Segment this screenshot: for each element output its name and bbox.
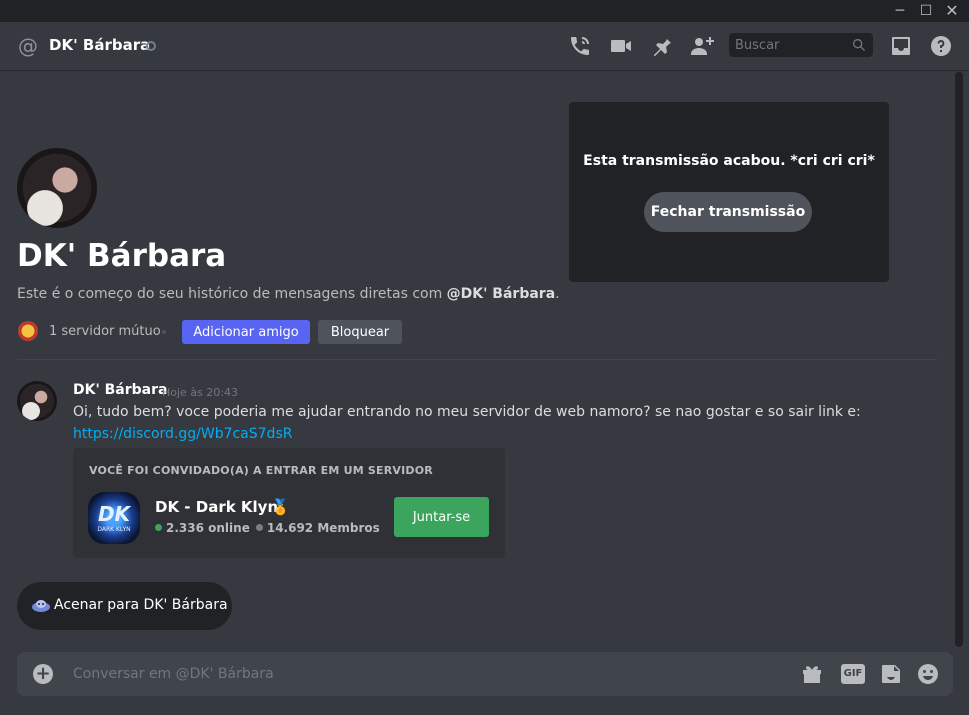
search-box[interactable]	[729, 33, 873, 57]
offline-status-icon	[146, 41, 156, 51]
message-author[interactable]: DK' Bárbara	[73, 382, 167, 398]
server-icon-text: DK	[97, 502, 131, 526]
search-icon	[851, 37, 867, 53]
close-window-button[interactable]: ✕	[939, 2, 965, 20]
message-input[interactable]	[73, 663, 773, 685]
mutual-servers-link[interactable]: 1 servidor mútuo	[49, 324, 161, 339]
join-server-button[interactable]: Juntar-se	[394, 497, 489, 537]
stream-ended-message: Esta transmissão acabou. *cri cri cri*	[583, 153, 875, 169]
member-count: 14.692 Membros	[266, 521, 380, 535]
inbox-icon[interactable]	[889, 34, 913, 58]
window-titlebar: ─ ☐ ✕	[0, 0, 969, 22]
message-link[interactable]: https://discord.gg/Wb7caS7dsR	[73, 426, 292, 442]
stream-ended-panel: Esta transmissão acabou. *cri cri cri* F…	[569, 102, 889, 282]
sticker-icon[interactable]	[879, 662, 903, 686]
header-title: DK' Bárbara	[49, 36, 151, 54]
search-input[interactable]	[735, 36, 845, 54]
video-call-icon[interactable]	[609, 34, 633, 58]
add-friend-icon[interactable]	[690, 34, 714, 58]
online-dot-icon	[155, 524, 162, 531]
server-name: DK - Dark Klyn	[155, 498, 279, 516]
wave-sticker-icon	[31, 598, 51, 614]
intro-mention: @DK' Bárbara	[446, 286, 556, 302]
wave-label: Acenar para DK' Bárbara	[54, 597, 228, 613]
server-invite-embed: VOCÊ FOI CONVIDADO(A) A ENTRAR EM UM SER…	[73, 448, 505, 558]
message-composer: + GIF	[17, 652, 953, 696]
message-timestamp: Hoje às 20:43	[162, 386, 238, 399]
help-icon[interactable]	[929, 34, 953, 58]
minimize-button[interactable]: ─	[887, 2, 913, 20]
message-text: Oi, tudo bem? voce poderia me ajudar ent…	[73, 404, 861, 420]
wave-button[interactable]: Acenar para DK' Bárbara	[17, 582, 232, 630]
maximize-button[interactable]: ☐	[913, 2, 939, 20]
intro-suffix: .	[555, 286, 560, 302]
emoji-icon[interactable]	[916, 662, 940, 686]
profile-avatar	[17, 148, 97, 228]
pin-icon[interactable]	[649, 34, 673, 58]
invite-header: VOCÊ FOI CONVIDADO(A) A ENTRAR EM UM SER…	[89, 464, 433, 477]
medal-icon: 🏅	[271, 498, 290, 516]
online-count: 2.336 online	[166, 521, 250, 535]
at-icon: @	[18, 34, 38, 58]
intro-text: Este é o começo do seu histórico de mens…	[17, 286, 560, 302]
profile-name: DK' Bárbara	[17, 238, 227, 274]
divider	[17, 359, 937, 360]
mutual-server-icon[interactable]	[18, 321, 38, 341]
scrollbar-thumb[interactable]	[955, 72, 963, 647]
attach-plus-icon[interactable]: +	[33, 664, 53, 684]
block-button[interactable]: Bloquear	[318, 320, 402, 344]
channel-header: @ DK' Bárbara	[0, 22, 969, 71]
message-avatar[interactable]	[17, 381, 57, 421]
members-dot-icon	[255, 524, 263, 531]
gift-icon[interactable]	[800, 662, 824, 686]
close-stream-button[interactable]: Fechar transmissão	[644, 192, 812, 232]
separator-dot	[162, 330, 166, 334]
intro-prefix: Este é o começo do seu histórico de mens…	[17, 286, 447, 302]
server-stats: 2.336 online 14.692 Membros	[155, 521, 380, 535]
add-friend-button[interactable]: Adicionar amigo	[182, 320, 310, 344]
voice-call-icon[interactable]	[568, 34, 592, 58]
gif-icon[interactable]: GIF	[841, 664, 865, 684]
server-icon: DK DARK KLYN	[88, 492, 140, 544]
server-icon-subtext: DARK KLYN	[97, 526, 131, 533]
